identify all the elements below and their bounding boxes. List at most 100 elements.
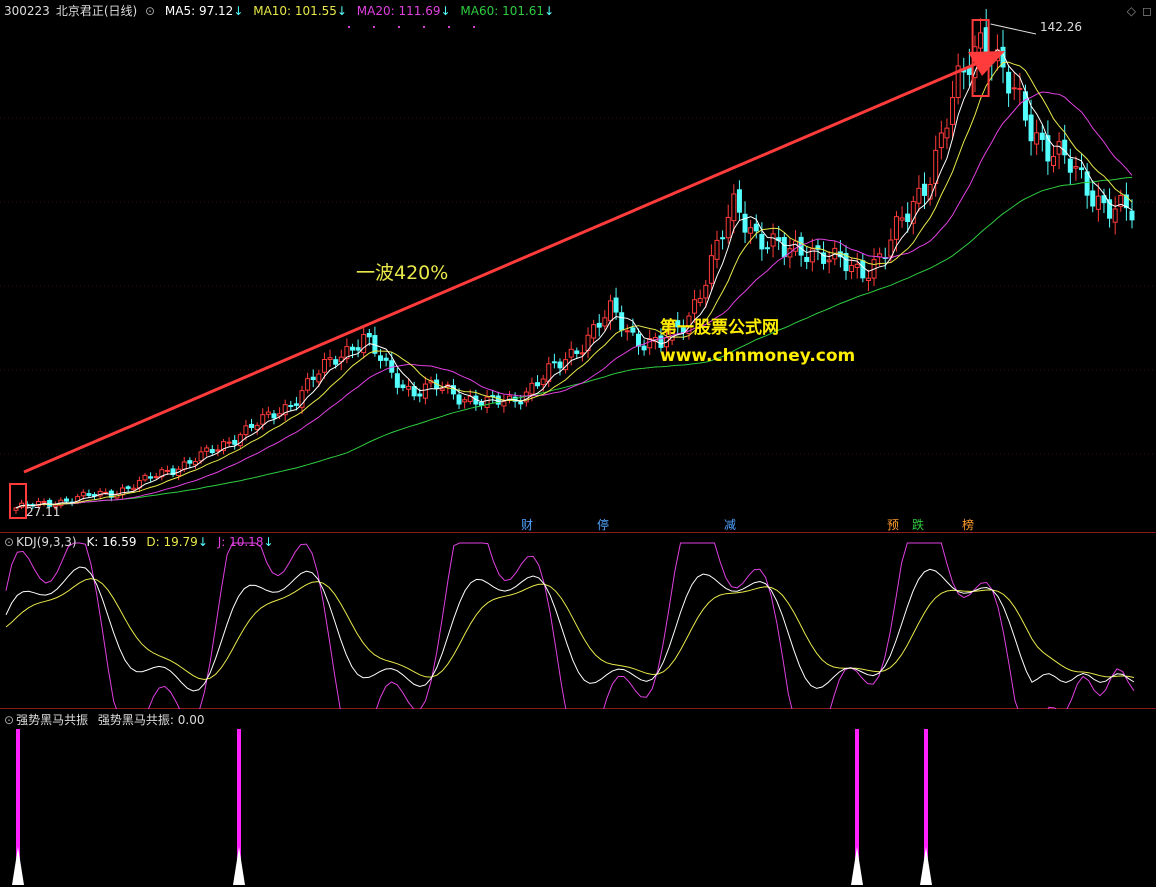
candle-body bbox=[462, 399, 468, 403]
candle-body bbox=[181, 461, 187, 470]
kdj-k-label: K: 16.59 bbox=[86, 535, 137, 549]
candle-body bbox=[501, 401, 507, 407]
kdj-title: KDJ(9,3,3) bbox=[16, 535, 77, 549]
candle-body bbox=[164, 469, 170, 472]
candle-body bbox=[1011, 87, 1017, 90]
candle-body bbox=[254, 424, 260, 430]
candle-body bbox=[1067, 158, 1073, 173]
candle-body bbox=[591, 324, 597, 339]
signal-spike bbox=[233, 847, 245, 885]
candle-body bbox=[131, 487, 137, 491]
ma-marker-dot bbox=[448, 26, 450, 28]
candle-body bbox=[714, 239, 720, 260]
kdj-j-label: J: 10.18 bbox=[217, 535, 264, 549]
ma-marker-dot bbox=[423, 26, 425, 28]
watermark-url: www.chnmoney.com bbox=[660, 346, 856, 366]
ma60-line bbox=[15, 177, 1133, 509]
candle-body bbox=[1006, 71, 1012, 94]
candle-body bbox=[607, 300, 613, 322]
ma10-arrow: ↓ bbox=[336, 4, 347, 18]
candle-body bbox=[215, 449, 221, 452]
candle-body bbox=[579, 352, 585, 355]
candle-body bbox=[249, 423, 255, 428]
candle-body bbox=[355, 347, 361, 351]
candle-body bbox=[708, 255, 714, 284]
candle-body bbox=[1095, 195, 1101, 210]
ma-marker-dot bbox=[373, 26, 375, 28]
candle-body bbox=[125, 486, 131, 489]
event-tag-bang[interactable]: 榜 bbox=[962, 516, 974, 533]
kdj-k-line bbox=[5, 566, 1135, 692]
candle-body bbox=[366, 332, 372, 338]
candle-body bbox=[759, 233, 765, 250]
candle-body bbox=[400, 384, 406, 389]
candle-body bbox=[1073, 165, 1079, 169]
candle-body bbox=[865, 277, 871, 281]
candle-body bbox=[1112, 208, 1118, 223]
signal-collapse-icon[interactable]: ⊙ bbox=[4, 713, 14, 727]
signal-spike bbox=[851, 847, 863, 885]
candle-body bbox=[770, 233, 776, 247]
event-tag-jian[interactable]: 减 bbox=[724, 516, 736, 533]
candle-body bbox=[305, 378, 311, 391]
candle-body bbox=[1017, 87, 1023, 90]
candle-body bbox=[80, 491, 86, 497]
candle-body bbox=[781, 237, 787, 258]
candle-body bbox=[529, 382, 535, 395]
kdj-collapse-icon[interactable]: ⊙ bbox=[4, 535, 14, 549]
event-tag-die[interactable]: 跌 bbox=[912, 516, 924, 533]
candle-body bbox=[361, 334, 367, 354]
candle-body bbox=[557, 361, 563, 369]
event-tag-ting[interactable]: 停 bbox=[597, 516, 609, 533]
candle-body bbox=[613, 297, 619, 313]
candle-body bbox=[1034, 132, 1040, 145]
candle-body bbox=[142, 474, 148, 481]
ma20-label: MA20: 111.69 bbox=[356, 4, 441, 18]
collapse-icon[interactable]: ⊙ bbox=[145, 4, 155, 18]
candle-body bbox=[478, 402, 484, 406]
candle-body bbox=[764, 247, 770, 250]
candle-body bbox=[574, 350, 580, 354]
candle-body bbox=[854, 263, 860, 268]
price-header: 300223 北京君正(日线) ⊙ MA5: 97.12↓ MA10: 101.5… bbox=[4, 2, 560, 19]
ma-marker-dot bbox=[473, 26, 475, 28]
event-tag-cai[interactable]: 财 bbox=[521, 516, 533, 533]
candle-body bbox=[333, 359, 339, 365]
close-icon[interactable]: ◻ bbox=[1142, 4, 1152, 18]
signal-spike bbox=[12, 847, 24, 885]
candle-body bbox=[271, 413, 277, 419]
event-tag-yu[interactable]: 预 bbox=[887, 516, 899, 533]
candle-body bbox=[378, 355, 384, 361]
candle-body bbox=[422, 383, 428, 399]
candle-body bbox=[349, 346, 355, 351]
high-price-label: 142.26 bbox=[1040, 20, 1082, 34]
kdj-j-arrow: ↓ bbox=[263, 535, 274, 549]
candle-body bbox=[13, 507, 19, 511]
candle-body bbox=[619, 312, 625, 331]
candle-body bbox=[736, 189, 742, 213]
candle-body bbox=[260, 414, 266, 425]
ma60-label: MA60: 101.61 bbox=[460, 4, 545, 18]
candle-body bbox=[187, 460, 193, 464]
candle-body bbox=[692, 299, 698, 314]
candle-body bbox=[1050, 156, 1056, 166]
candle-body bbox=[232, 439, 238, 445]
wave-label: 一波420% bbox=[356, 262, 449, 284]
candle-body bbox=[540, 378, 546, 385]
kdj-header: ⊙ KDJ(9,3,3) K: 16.59 D: 19.79↓ J: 10.18↓ bbox=[4, 535, 280, 549]
candle-body bbox=[697, 297, 703, 303]
candle-body bbox=[978, 32, 984, 49]
candle-body bbox=[383, 357, 389, 361]
ma-marker-dot bbox=[348, 26, 350, 28]
high-price-pointer bbox=[990, 23, 1037, 35]
expand-icon[interactable]: ◇ bbox=[1127, 4, 1136, 18]
candle-body bbox=[922, 183, 928, 196]
candle-body bbox=[394, 373, 400, 388]
ma-marker-dot bbox=[398, 26, 400, 28]
ma5-label: MA5: 97.12 bbox=[164, 4, 234, 18]
candle-body bbox=[849, 265, 855, 273]
signal-value-label: 强势黑马共振: 0.00 bbox=[97, 713, 205, 727]
candle-body bbox=[933, 149, 939, 185]
candle-body bbox=[484, 396, 490, 408]
candle-body bbox=[1028, 114, 1034, 142]
